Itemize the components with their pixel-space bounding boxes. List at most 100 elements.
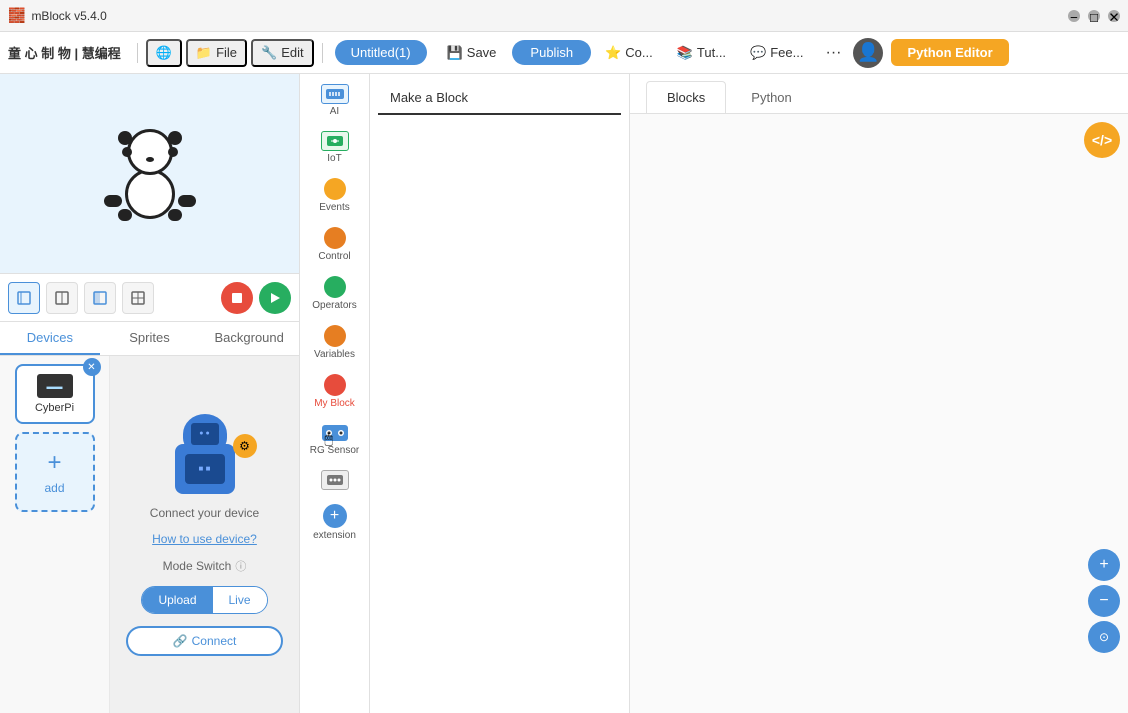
close-button[interactable]: ✕: [1108, 10, 1120, 22]
quarter-stage-button[interactable]: [84, 282, 116, 314]
ai-svg: [325, 87, 345, 101]
device-name: CyberPi: [35, 402, 74, 414]
feedback-button[interactable]: 💬 Fee...: [740, 40, 813, 66]
main-area: Devices Sprites Background ✕ ▬▬ CyberPi …: [0, 74, 1128, 713]
stop-button[interactable]: [221, 282, 253, 314]
edit-label: Edit: [281, 45, 303, 60]
category-extension[interactable]: + extension: [304, 498, 366, 547]
upload-button[interactable]: Upload: [142, 587, 212, 613]
edit-menu[interactable]: 🔧 Edit: [251, 39, 314, 67]
category-ai[interactable]: AI: [304, 78, 366, 123]
make-block-panel: Make a Block: [370, 74, 630, 713]
edit-icon: 🔧: [261, 45, 277, 61]
tut-label: Tut...: [697, 45, 726, 60]
tut-icon: 📚: [677, 45, 693, 61]
events-label: Events: [319, 202, 350, 213]
expand-stage-button[interactable]: [8, 282, 40, 314]
connect-btn-label: Connect: [192, 634, 237, 648]
iot-svg: [325, 134, 345, 148]
live-button[interactable]: Live: [213, 587, 267, 613]
titlebar: 🧱 mBlock v5.4.0 − □ ✕: [0, 0, 1128, 32]
category-rg-sensor[interactable]: 🖱 RG Sensor: [304, 417, 366, 462]
category-events[interactable]: Events: [304, 172, 366, 219]
fee-label: Fee...: [770, 45, 803, 60]
mode-switch-info-icon[interactable]: ⓘ: [235, 558, 246, 574]
extra-icon: [321, 470, 349, 490]
devices-tab[interactable]: Devices: [0, 322, 100, 355]
connect-device-button[interactable]: 🔗 Connect: [126, 626, 283, 656]
stage: [0, 74, 299, 274]
category-my-block[interactable]: My Block: [304, 368, 366, 415]
make-block-tab[interactable]: Make a Block: [378, 82, 621, 115]
workspace-area: </> + − ⊙: [630, 114, 1128, 713]
device-list: ✕ ▬▬ CyberPi + add: [0, 356, 110, 713]
run-icon: [269, 292, 281, 304]
category-control[interactable]: Control: [304, 221, 366, 268]
maximize-button[interactable]: □: [1088, 10, 1100, 22]
app-icon: 🧱: [8, 7, 25, 24]
variables-dot: [324, 325, 346, 347]
run-button[interactable]: [259, 282, 291, 314]
robot-illustration: ■ ■ ● ● ⚙: [155, 414, 255, 494]
grid-stage-button[interactable]: [122, 282, 154, 314]
co-label: Co...: [625, 45, 652, 60]
category-iot[interactable]: IoT: [304, 125, 366, 170]
avatar[interactable]: 👤: [853, 38, 883, 68]
menubar: 童 心 制 物 | 慧编程 🌐 📁 File 🔧 Edit Untitled(1…: [0, 32, 1128, 74]
device-close-button[interactable]: ✕: [83, 358, 101, 376]
zoom-out-button[interactable]: −: [1088, 585, 1120, 617]
half-stage-button[interactable]: [46, 282, 78, 314]
extra-svg: [325, 473, 345, 487]
rg-sensor-icon: 🖱: [321, 423, 349, 443]
publish-button[interactable]: Publish: [512, 40, 591, 65]
connect-text: Connect your device: [150, 506, 259, 520]
fee-icon: 💬: [750, 45, 766, 61]
globe-icon: 🌐: [156, 45, 172, 61]
python-tab[interactable]: Python: [730, 81, 812, 113]
operators-dot: [324, 276, 346, 298]
quarter-stage-icon: [93, 291, 107, 305]
cyberpi-device[interactable]: ✕ ▬▬ CyberPi: [15, 364, 95, 424]
iot-label: IoT: [327, 153, 341, 164]
window-controls: − □ ✕: [1068, 10, 1120, 22]
panda-character: [110, 129, 190, 219]
app-logo: 童 心 制 物 | 慧编程: [8, 43, 121, 62]
category-variables[interactable]: Variables: [304, 319, 366, 366]
control-dot: [324, 227, 346, 249]
control-label: Control: [318, 251, 350, 262]
ai-label: AI: [330, 106, 339, 117]
mode-switch-label: Mode Switch: [163, 559, 232, 573]
co-icon: ⭐: [605, 45, 621, 61]
project-name-button[interactable]: Untitled(1): [335, 40, 427, 65]
left-bottom: ✕ ▬▬ CyberPi + add ■: [0, 356, 299, 713]
cyberpi-icon: ▬▬: [37, 374, 73, 398]
iot-icon: [321, 131, 349, 151]
co-button[interactable]: ⭐ Co...: [595, 40, 663, 66]
zoom-reset-button[interactable]: ⊙: [1088, 621, 1120, 653]
sprites-tab[interactable]: Sprites: [100, 322, 200, 355]
left-panel: Devices Sprites Background ✕ ▬▬ CyberPi …: [0, 74, 300, 713]
device-info-panel: ■ ■ ● ● ⚙ Connect your device How to use…: [110, 356, 299, 713]
file-icon: 📁: [196, 45, 212, 61]
more-button[interactable]: ···: [817, 39, 849, 67]
category-operators[interactable]: Operators: [304, 270, 366, 317]
save-icon: 💾: [447, 45, 463, 61]
avatar-icon: 👤: [857, 42, 879, 63]
half-stage-icon: [55, 291, 69, 305]
category-extra[interactable]: [304, 464, 366, 496]
tutorial-button[interactable]: 📚 Tut...: [667, 40, 736, 66]
how-to-link[interactable]: How to use device?: [152, 532, 257, 546]
code-icon-button[interactable]: </>: [1084, 122, 1120, 158]
file-label: File: [216, 45, 237, 60]
zoom-in-button[interactable]: +: [1088, 549, 1120, 581]
save-button[interactable]: 💾 Save: [435, 40, 509, 66]
background-tab[interactable]: Background: [199, 322, 299, 355]
blocks-tab[interactable]: Blocks: [646, 81, 726, 113]
globe-button[interactable]: 🌐: [146, 39, 182, 67]
stage-controls: [0, 274, 299, 322]
add-device-button[interactable]: + add: [15, 432, 95, 512]
minimize-button[interactable]: −: [1068, 10, 1080, 22]
upload-live-toggle: Upload Live: [141, 586, 267, 614]
python-editor-button[interactable]: Python Editor: [891, 39, 1008, 66]
file-menu[interactable]: 📁 File: [186, 39, 247, 67]
